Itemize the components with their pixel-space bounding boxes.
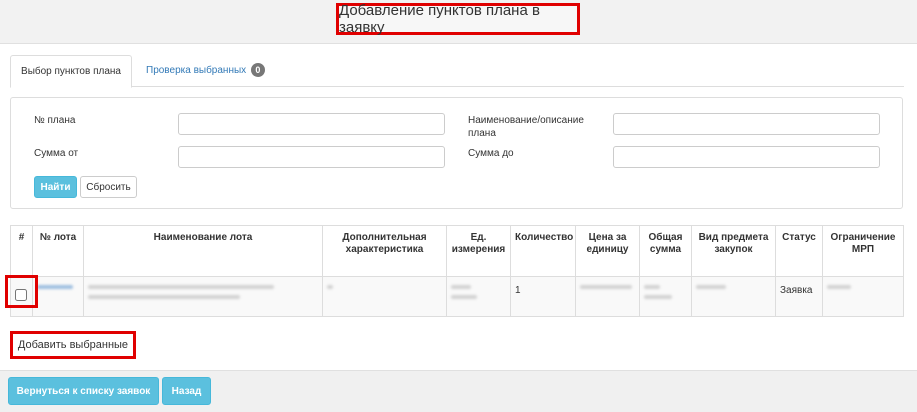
redacted-text: [580, 285, 632, 289]
sum-from-label: Сумма от: [34, 148, 79, 159]
back-button[interactable]: Назад: [162, 377, 211, 405]
column-header: Вид предмета закупок: [691, 225, 776, 277]
lot-name-cell: [83, 276, 323, 317]
column-header: Цена за единицу: [575, 225, 640, 277]
redacted-text: [327, 285, 333, 289]
tab-bar: Выбор пунктов плана Проверка выбранных 0: [10, 55, 904, 88]
redacted-text: [644, 285, 660, 289]
select-cell: [10, 276, 33, 317]
unit-cell: [446, 276, 511, 317]
redacted-text: [451, 285, 471, 289]
extra-characteristic-cell: [322, 276, 447, 317]
tab-select-plan-items[interactable]: Выбор пунктов плана: [10, 55, 132, 88]
column-header: Дополнительная характеристика: [322, 225, 447, 277]
column-header: Общая сумма: [639, 225, 692, 277]
plan-name-input[interactable]: [613, 113, 880, 135]
column-header: Ед. измерения: [446, 225, 511, 277]
column-header: Наименование лота: [83, 225, 323, 277]
column-header: Количество: [510, 225, 576, 277]
mrp-limit-cell: [822, 276, 904, 317]
sum-to-input[interactable]: [613, 146, 880, 168]
sum-from-input[interactable]: [178, 146, 445, 168]
filter-panel: № плана Наименование/описание плана Сумм…: [10, 97, 903, 209]
unit-price-cell: [575, 276, 640, 317]
procurement-type-cell: [691, 276, 776, 317]
redacted-text: [88, 295, 240, 299]
redacted-text: [451, 295, 477, 299]
table-row: 1 Заявка: [10, 276, 904, 317]
plan-items-table: # № лота Наименование лота Дополнительна…: [10, 225, 904, 317]
column-header: № лота: [32, 225, 84, 277]
back-to-list-button[interactable]: Вернуться к списку заявок: [8, 377, 159, 405]
table-header-row: # № лота Наименование лота Дополнительна…: [10, 225, 904, 277]
add-selected-button[interactable]: Добавить выбранные: [10, 331, 136, 359]
column-header: Статус: [775, 225, 823, 277]
redacted-text: [827, 285, 851, 289]
modal-footer: Вернуться к списку заявок Назад: [0, 370, 917, 412]
search-button[interactable]: Найти: [34, 176, 77, 198]
plan-number-label: № плана: [34, 115, 76, 126]
plan-name-label: Наименование/описание плана: [468, 115, 584, 139]
column-header: Ограничение МРП: [822, 225, 904, 277]
lot-number-cell: [32, 276, 84, 317]
tab-review-selected[interactable]: Проверка выбранных 0: [134, 55, 277, 88]
column-header: #: [10, 225, 33, 277]
status-cell: Заявка: [775, 276, 823, 317]
quantity-cell: 1: [510, 276, 576, 317]
sum-to-label: Сумма до: [468, 148, 514, 159]
redacted-lot-number[interactable]: [37, 285, 73, 289]
total-sum-cell: [639, 276, 692, 317]
selected-count-badge: 0: [250, 63, 265, 78]
row-select-checkbox[interactable]: [15, 289, 27, 301]
redacted-text: [644, 295, 672, 299]
tab-review-selected-label: Проверка выбранных: [146, 65, 247, 76]
modal-header: Добавление пунктов плана в заявку: [0, 0, 917, 44]
redacted-text: [696, 285, 726, 289]
dialog-title: Добавление пунктов плана в заявку: [336, 2, 580, 36]
reset-button[interactable]: Сбросить: [80, 176, 137, 198]
plan-number-input[interactable]: [178, 113, 445, 135]
redacted-text: [88, 285, 274, 289]
